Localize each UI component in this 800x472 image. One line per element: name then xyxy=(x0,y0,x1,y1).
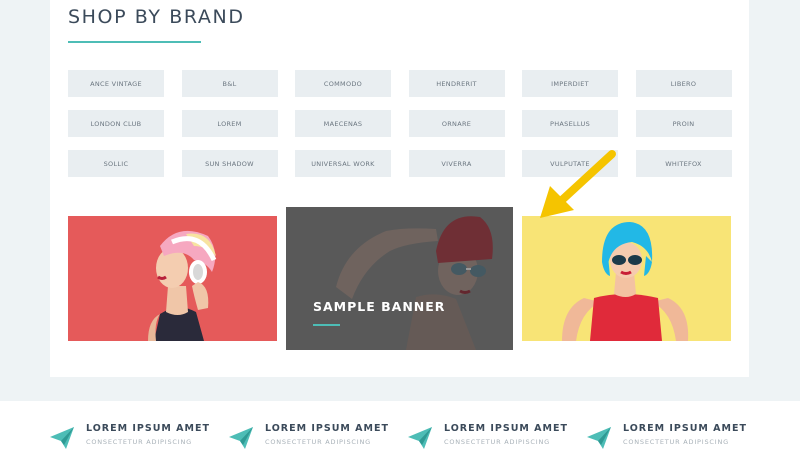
feature-subtitle: CONSECTETUR ADIPISCING xyxy=(86,438,192,446)
brand-lorem[interactable]: LOREM xyxy=(181,110,278,137)
brand-viverra[interactable]: VIVERRA xyxy=(408,150,505,177)
brand-imperdiet[interactable]: IMPERDIET xyxy=(522,70,618,97)
brand-hendrerit[interactable]: HENDRERIT xyxy=(408,70,505,97)
feature-subtitle: CONSECTETUR ADIPISCING xyxy=(265,438,371,446)
section-title: SHOP BY BRAND xyxy=(68,6,245,28)
feature-item: LOREM IPSUM AMET CONSECTETUR ADIPISCING xyxy=(587,423,747,449)
paper-plane-icon xyxy=(408,427,432,449)
feature-subtitle: CONSECTETUR ADIPISCING xyxy=(444,438,550,446)
banner-left[interactable] xyxy=(68,216,277,341)
feature-title: LOREM IPSUM AMET xyxy=(86,423,210,434)
brand-ornare[interactable]: ORNARE xyxy=(408,110,505,137)
woman-blue-hair-image xyxy=(522,216,731,341)
brand-whitefox[interactable]: WHITEFOX xyxy=(635,150,732,177)
brand-libero[interactable]: LIBERO xyxy=(635,70,732,97)
brand-bl[interactable]: B&L xyxy=(181,70,278,97)
banner-label: SAMPLE BANNER xyxy=(313,299,446,314)
brand-phasellus[interactable]: PHASELLUS xyxy=(522,110,618,137)
woman-red-hat-image xyxy=(286,207,513,350)
woman-headphones-image xyxy=(68,216,277,341)
brand-london-club[interactable]: LONDON CLUB xyxy=(68,110,164,137)
title-underline xyxy=(68,41,201,43)
brand-sollic[interactable]: SOLLIC xyxy=(68,150,164,177)
paper-plane-icon xyxy=(50,427,74,449)
shop-by-brand-card: SHOP BY BRAND ANCE VINTAGE B&L COMMODO H… xyxy=(50,0,749,377)
features-bar: LOREM IPSUM AMET CONSECTETUR ADIPISCING … xyxy=(0,401,800,472)
brand-proin[interactable]: PROIN xyxy=(635,110,732,137)
brand-maecenas[interactable]: MAECENAS xyxy=(295,110,391,137)
feature-item: LOREM IPSUM AMET CONSECTETUR ADIPISCING xyxy=(229,423,389,449)
feature-subtitle: CONSECTETUR ADIPISCING xyxy=(623,438,729,446)
pointer-arrow-icon xyxy=(540,150,616,218)
banner-right[interactable] xyxy=(522,216,731,341)
feature-item: LOREM IPSUM AMET CONSECTETUR ADIPISCING xyxy=(50,423,210,449)
brand-sun-shadow[interactable]: SUN SHADOW xyxy=(181,150,278,177)
brand-ance-vintage[interactable]: ANCE VINTAGE xyxy=(68,70,164,97)
paper-plane-icon xyxy=(587,427,611,449)
feature-item: LOREM IPSUM AMET CONSECTETUR ADIPISCING xyxy=(408,423,568,449)
brand-grid: ANCE VINTAGE B&L COMMODO HENDRERIT IMPER… xyxy=(68,70,732,177)
banner-underline xyxy=(313,324,340,326)
brand-universal-work[interactable]: UNIVERSAL WORK xyxy=(295,150,391,177)
feature-title: LOREM IPSUM AMET xyxy=(265,423,389,434)
banner-center[interactable]: SAMPLE BANNER xyxy=(286,207,513,350)
feature-title: LOREM IPSUM AMET xyxy=(444,423,568,434)
brand-commodo[interactable]: COMMODO xyxy=(295,70,391,97)
paper-plane-icon xyxy=(229,427,253,449)
feature-title: LOREM IPSUM AMET xyxy=(623,423,747,434)
